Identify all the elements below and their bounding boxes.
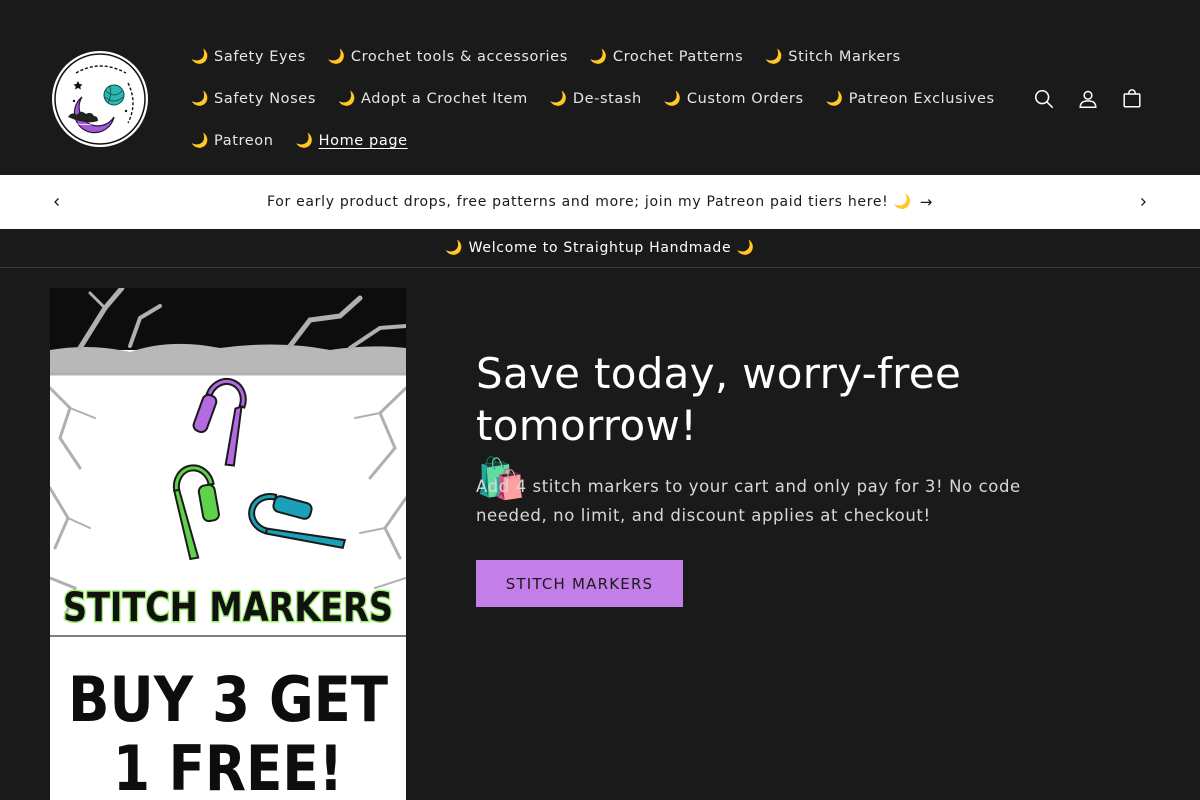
moon-icon: 🌙 <box>663 91 682 107</box>
nav-row-1: 🌙 Safety Eyes 🌙 Crochet tools & accessorie… <box>180 36 912 78</box>
nav-item-custom-orders[interactable]: 🌙 Custom Orders <box>653 91 815 107</box>
moon-icon: 🌙 <box>295 133 314 149</box>
announcement-link[interactable]: For early product drops, free patterns a… <box>267 193 933 211</box>
promo-title-text: STITCH MARKERS <box>63 585 393 631</box>
moon-icon: 🌙 <box>191 49 210 65</box>
moon-icon: 🌙 <box>327 49 346 65</box>
nav-item-safety-eyes[interactable]: 🌙 Safety Eyes <box>180 49 317 65</box>
nav-item-de-stash[interactable]: 🌙 De-stash <box>539 91 653 107</box>
account-button[interactable] <box>1068 79 1108 119</box>
cart-button[interactable] <box>1112 79 1152 119</box>
moon-icon: 🌙 <box>765 49 784 65</box>
hero-image: STITCH MARKERS BUY 3 GET 1 FREE! <box>50 288 406 800</box>
nav-item-safety-noses[interactable]: 🌙 Safety Noses <box>180 91 327 107</box>
stitch-markers-promo-graphic: STITCH MARKERS BUY 3 GET 1 FREE! <box>50 288 406 800</box>
nav-item-home-page[interactable]: 🌙 Home page <box>285 133 419 149</box>
chevron-left-icon <box>54 198 59 206</box>
nav-item-adopt-crochet-item[interactable]: 🌙 Adopt a Crochet Item <box>327 91 539 107</box>
promo-offer-line-2: 1 FREE! <box>113 732 343 800</box>
site-header: 🌙 Safety Eyes 🌙 Crochet tools & accessorie… <box>0 0 1200 175</box>
hero-title-text: Save today, worry-free tomorrow! <box>476 349 962 450</box>
nav-item-stitch-markers[interactable]: 🌙 Stitch Markers <box>754 49 912 65</box>
logo-graphic <box>53 52 147 146</box>
nav-row-2: 🌙 Safety Noses 🌙 Adopt a Crochet Item 🌙 De-… <box>180 78 1006 120</box>
account-icon <box>1079 90 1097 108</box>
moon-icon: 🌙 <box>825 91 844 107</box>
arrow-right-icon: → <box>919 193 934 211</box>
promo-offer-line-1: BUY 3 GET <box>68 663 388 736</box>
search-icon <box>1034 89 1054 109</box>
nav-item-crochet-tools[interactable]: 🌙 Crochet tools & accessories <box>317 49 579 65</box>
nav-item-patreon[interactable]: 🌙 Patreon <box>180 133 285 149</box>
moon-icon: 🌙 <box>338 91 357 107</box>
nav-item-crochet-patterns[interactable]: 🌙 Crochet Patterns <box>579 49 754 65</box>
welcome-text: 🌙 Welcome to Straightup Handmade 🌙 <box>445 240 755 256</box>
store-logo[interactable] <box>52 51 148 147</box>
moon-icon: 🌙 <box>549 91 568 107</box>
nav-row-3: 🌙 Patreon 🌙 Home page <box>180 120 419 162</box>
announcement-next-button[interactable] <box>1129 188 1157 216</box>
announcement-text: For early product drops, free patterns a… <box>266 194 912 210</box>
moon-icon: 🌙 <box>191 133 210 149</box>
moon-icon: 🌙 <box>589 49 608 65</box>
announcement-bar: For early product drops, free patterns a… <box>0 175 1200 229</box>
nav-item-patreon-exclusives[interactable]: 🌙 Patreon Exclusives <box>815 91 1006 107</box>
chevron-right-icon <box>1141 198 1146 206</box>
moon-icon: 🌙 <box>191 91 210 107</box>
cart-icon <box>1123 89 1141 108</box>
search-button[interactable] <box>1024 79 1064 119</box>
announcement-prev-button[interactable] <box>43 188 71 216</box>
welcome-bar: 🌙 Welcome to Straightup Handmade 🌙 <box>0 229 1200 268</box>
hero-description: Add 4 stitch markers to your cart and on… <box>476 477 1021 525</box>
stitch-markers-button[interactable]: STITCH MARKERS <box>476 560 683 607</box>
